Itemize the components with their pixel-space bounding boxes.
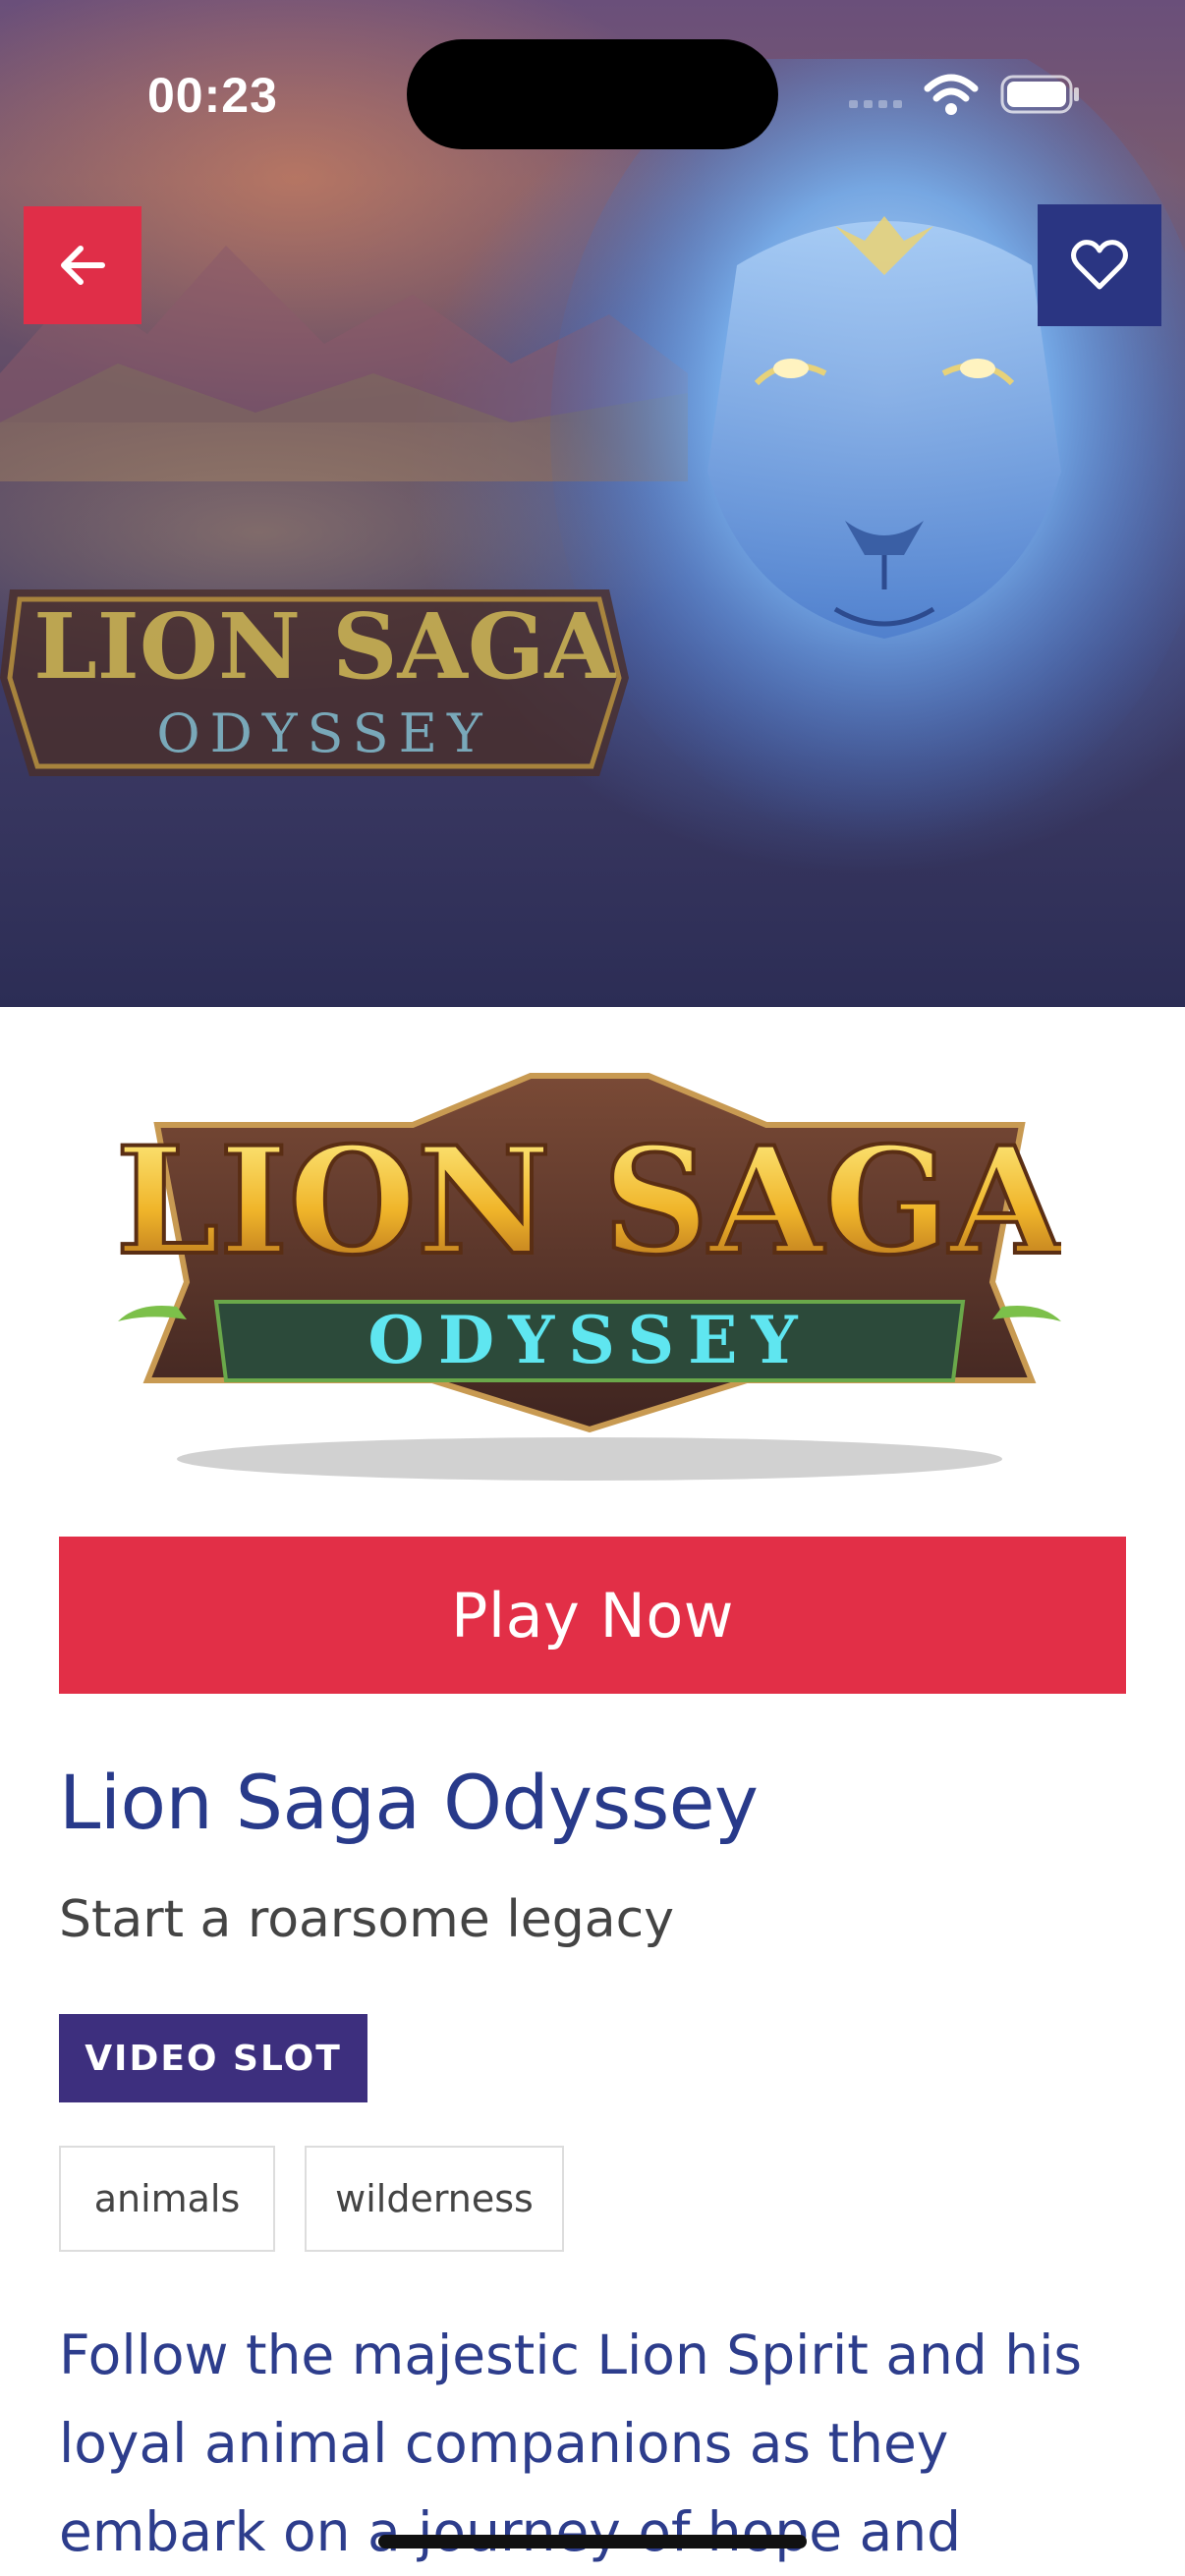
home-indicator[interactable] <box>378 2535 807 2548</box>
category-badge: VIDEO SLOT <box>59 2014 367 2102</box>
game-title: Lion Saga Odyssey <box>59 1759 759 1846</box>
logo-line1: LION SAGA <box>118 1115 1061 1288</box>
game-logo: LION SAGA ODYSSEY <box>118 1073 1061 1481</box>
game-tagline: Start a roarsome legacy <box>59 1890 675 1949</box>
hero-logo-line2: ODYSSEY <box>156 702 491 764</box>
tag-list: animals wilderness <box>59 2146 564 2252</box>
status-bar: 00:23 <box>0 0 1185 187</box>
cellular-signal-icon <box>849 100 902 108</box>
battery-icon <box>1000 75 1079 114</box>
favorite-button[interactable] <box>1038 204 1161 326</box>
heart-icon <box>1071 240 1128 290</box>
back-button[interactable] <box>24 206 141 324</box>
logo-line2: ODYSSEY <box>367 1302 811 1378</box>
arrow-left-icon <box>61 246 105 285</box>
hero-logo-line1: LION SAGA <box>33 593 616 700</box>
hero-game-logo: LION SAGA ODYSSEY <box>0 589 629 776</box>
wifi-icon <box>924 74 979 115</box>
tag-chip[interactable]: animals <box>59 2146 275 2252</box>
status-time: 00:23 <box>147 68 278 123</box>
play-now-button[interactable]: Play Now <box>59 1537 1126 1694</box>
dynamic-island <box>407 39 778 149</box>
tag-chip[interactable]: wilderness <box>305 2146 564 2252</box>
